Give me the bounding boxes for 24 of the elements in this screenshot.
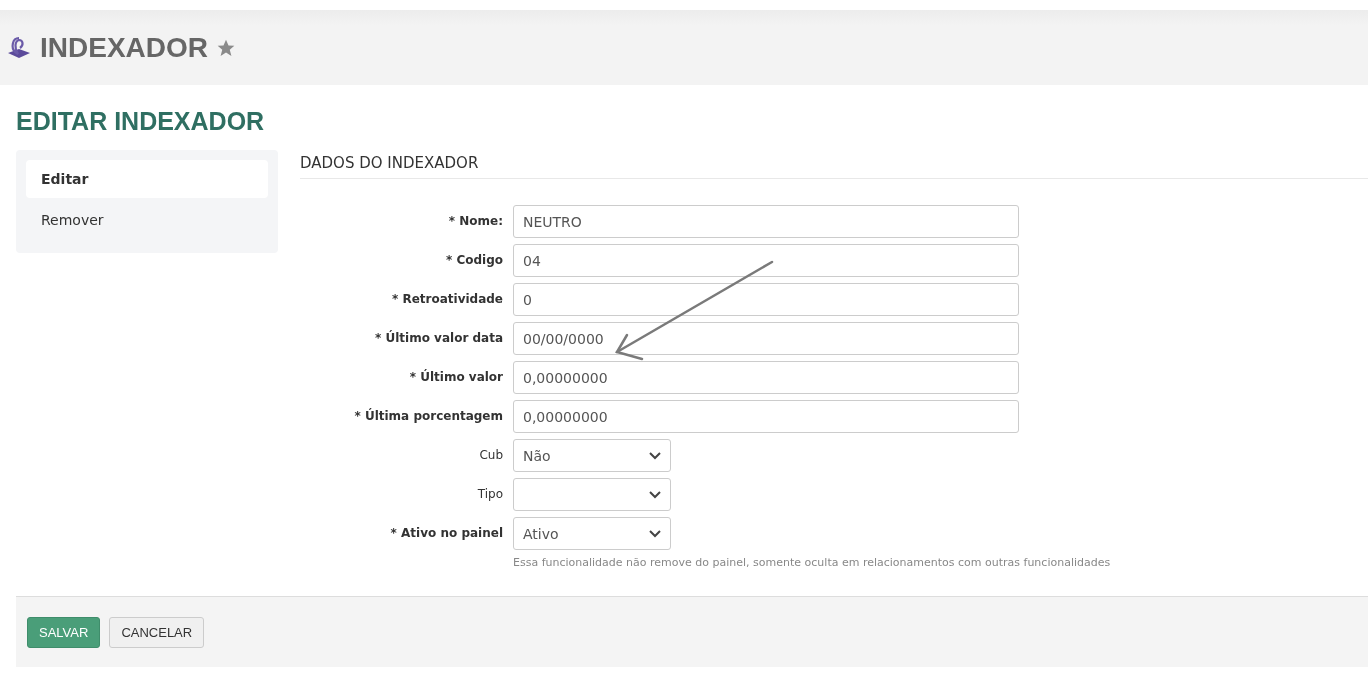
select-field[interactable]: Não (513, 439, 671, 472)
input-field[interactable]: 00/00/0000 (513, 322, 1019, 355)
field-label: * Retroatividade (390, 291, 503, 306)
field-label: * Último valor (408, 368, 503, 384)
field-label: * Última porcentagem (353, 407, 503, 423)
input-field[interactable]: 0,00000000 (513, 361, 1019, 394)
input-field[interactable]: 04 (513, 244, 1019, 277)
field-label: * Último valor data (374, 329, 503, 345)
section-title: DADOS DO INDEXADOR (300, 150, 1368, 179)
field-label: * Codigo (444, 252, 503, 267)
input-field[interactable]: NEUTRO (513, 205, 1019, 238)
input-field[interactable]: 0,00000000 (513, 400, 1019, 433)
field-label: Tipo (476, 486, 503, 501)
select-field[interactable]: Ativo (513, 517, 671, 550)
page-header-title: INDEXADOR (40, 31, 208, 64)
sidebar-item[interactable]: Editar (26, 160, 268, 198)
cancel-button[interactable]: CANCELAR (109, 616, 205, 648)
field-label: * Nome: (447, 213, 503, 228)
hint-text: Essa funcionalidade não remove do painel, somente oculta em relacionamentos com outras funcionalidades (513, 556, 1111, 569)
sidebar-item[interactable]: Remover (26, 201, 268, 239)
page-title: EDITAR INDEXADOR (16, 107, 266, 136)
field-label: Cub (478, 447, 503, 462)
field-label: * Ativo no painel (389, 525, 503, 540)
input-field[interactable]: 0 (513, 283, 1019, 316)
